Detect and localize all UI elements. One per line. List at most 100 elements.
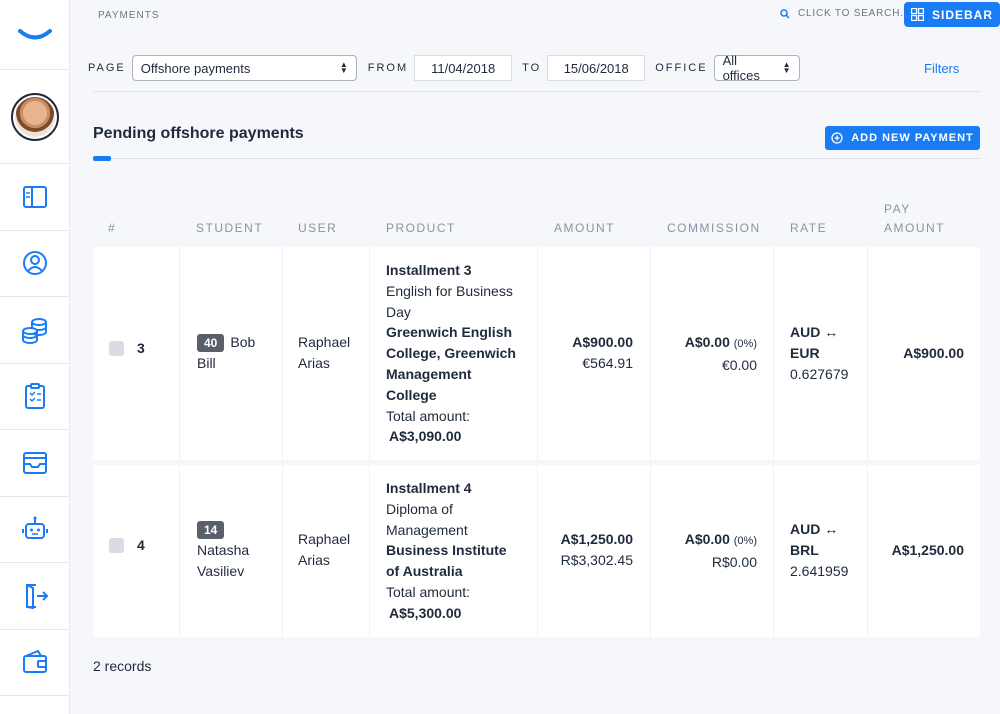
sidebar-item-wallet[interactable] bbox=[0, 630, 69, 696]
plus-circle-icon bbox=[831, 132, 843, 144]
amount-converted: €564.91 bbox=[582, 354, 633, 371]
sidebar-item-bot[interactable] bbox=[0, 497, 69, 563]
amount-main: A$900.00 bbox=[572, 334, 633, 350]
pay-amount: A$1,250.00 bbox=[891, 542, 964, 558]
divider bbox=[93, 91, 980, 92]
avatar[interactable] bbox=[10, 92, 59, 141]
product-school-line: of Australia bbox=[386, 563, 463, 580]
product-total-label: Total amount: bbox=[386, 583, 471, 600]
sidebar-item-logout[interactable] bbox=[0, 563, 69, 630]
search-icon bbox=[780, 8, 790, 19]
page-select-value: Offshore payments bbox=[140, 60, 251, 76]
rate-pair: AUD ↔ bbox=[790, 521, 839, 537]
add-new-payment-label: ADD NEW PAYMENT bbox=[851, 132, 974, 144]
row-number: 4 bbox=[137, 537, 145, 553]
exit-door-icon bbox=[25, 583, 48, 609]
user-first-name: Raphael bbox=[298, 334, 351, 350]
rate-pair: AUD ↔ bbox=[790, 324, 839, 340]
commission-percent: (0%) bbox=[733, 338, 757, 350]
row-checkbox[interactable] bbox=[109, 341, 124, 356]
column-header-amount[interactable]: AMOUNT bbox=[554, 219, 615, 238]
filter-bar: PAGE Offshore payments ▲ ▼ FROM 11/04/201… bbox=[88, 53, 800, 83]
table-row[interactable]: 4 14 Natasha Vasiliev Raphael Arias Inst… bbox=[93, 465, 980, 637]
breadcrumb: PAYMENTS bbox=[98, 10, 160, 21]
sidebar-item-layout[interactable] bbox=[0, 164, 69, 231]
sidebar-item-payments[interactable] bbox=[0, 297, 69, 364]
commission-converted: €0.00 bbox=[721, 356, 757, 373]
clipboard-check-icon bbox=[24, 383, 45, 410]
logo[interactable] bbox=[0, 0, 69, 70]
column-header-pay-line2: AMOUNT bbox=[884, 221, 945, 235]
product-total-value: A$3,090.00 bbox=[389, 428, 462, 445]
column-header-user[interactable]: USER bbox=[298, 219, 337, 238]
amount-main: A$1,250.00 bbox=[560, 531, 633, 547]
sidebar-item-inbox[interactable] bbox=[0, 430, 69, 497]
logo-icon bbox=[17, 28, 52, 39]
search-placeholder[interactable]: CLICK TO SEARCH... bbox=[798, 8, 911, 19]
search-box[interactable]: CLICK TO SEARCH... bbox=[780, 8, 911, 19]
row-checkbox[interactable] bbox=[109, 538, 124, 553]
rate-currency: BRL bbox=[790, 541, 819, 558]
wallet-icon bbox=[22, 649, 47, 674]
column-header-rate[interactable]: RATE bbox=[790, 219, 827, 238]
amount-cell: A$900.00 €564.91 bbox=[541, 332, 633, 374]
column-header-product[interactable]: PRODUCT bbox=[386, 219, 456, 238]
to-date-input[interactable]: 15/06/2018 bbox=[547, 55, 646, 81]
column-header-student[interactable]: STUDENT bbox=[196, 219, 263, 238]
table-row[interactable]: 3 40 Bob Bill Raphael Arias Installment 3… bbox=[93, 247, 980, 460]
column-header-pay-line1: PAY bbox=[884, 202, 911, 216]
title-accent bbox=[93, 156, 111, 161]
filters-link[interactable]: Filters bbox=[924, 61, 959, 76]
product-school-line: College bbox=[386, 386, 437, 403]
user-cell[interactable]: Raphael Arias bbox=[298, 529, 350, 571]
rate-currency: EUR bbox=[790, 344, 820, 361]
commission-percent: (0%) bbox=[733, 535, 757, 547]
commission-main: A$0.00 bbox=[684, 531, 730, 547]
add-new-payment-button[interactable]: ADD NEW PAYMENT bbox=[825, 126, 980, 150]
divider bbox=[93, 158, 980, 159]
student-cell[interactable]: 14 Natasha Vasiliev bbox=[197, 519, 279, 581]
coins-icon bbox=[21, 317, 47, 344]
pay-amount: A$900.00 bbox=[903, 345, 964, 361]
commission-cell: A$0.00 (0%) R$0.00 bbox=[653, 529, 757, 573]
grid-icon bbox=[910, 8, 924, 21]
product-installment: Installment 4 bbox=[386, 480, 472, 496]
page-label: PAGE bbox=[88, 62, 126, 74]
from-date-input[interactable]: 11/04/2018 bbox=[414, 55, 513, 81]
student-cell[interactable]: 40 Bob Bill bbox=[197, 332, 277, 374]
user-cell[interactable]: Raphael Arias bbox=[298, 332, 350, 374]
student-first-name: Natasha bbox=[197, 541, 250, 558]
rate-value: 2.641959 bbox=[790, 562, 849, 579]
column-header-commission[interactable]: COMMISSION bbox=[667, 219, 761, 238]
product-school-line: Management bbox=[386, 365, 472, 382]
layout-icon bbox=[22, 185, 47, 208]
row-number: 3 bbox=[137, 340, 145, 356]
column-header-pay-amount[interactable]: PAY AMOUNT bbox=[884, 200, 945, 238]
sidebar-item-users[interactable] bbox=[0, 231, 69, 297]
page-select[interactable]: Offshore payments ▲ ▼ bbox=[131, 55, 357, 81]
student-last-name: Bill bbox=[197, 354, 216, 371]
sidebar-toggle-label: SIDEBAR bbox=[931, 7, 993, 22]
sidebar bbox=[0, 0, 70, 714]
records-count: 2 records bbox=[93, 658, 152, 674]
product-cell: Installment 3 English for Business Day G… bbox=[386, 260, 536, 447]
inbox-icon bbox=[22, 451, 47, 474]
product-cell: Installment 4 Diploma of Management Busi… bbox=[386, 478, 536, 624]
rate-cell: AUD ↔ BRL 2.641959 bbox=[790, 519, 848, 581]
commission-cell: A$0.00 (0%) €0.00 bbox=[653, 332, 757, 376]
office-label: OFFICE bbox=[655, 62, 708, 74]
user-last-name: Arias bbox=[298, 551, 330, 568]
product-course-line: English for Business bbox=[386, 282, 513, 299]
user-last-name: Arias bbox=[298, 354, 330, 371]
product-course-line: Day bbox=[386, 303, 411, 320]
student-first-name: Bob bbox=[230, 334, 256, 350]
commission-main: A$0.00 bbox=[684, 334, 730, 350]
amount-converted: R$3,302.45 bbox=[560, 551, 633, 568]
product-course-line: Management bbox=[386, 521, 468, 538]
sidebar-toggle-button[interactable]: SIDEBAR bbox=[904, 2, 1000, 27]
office-select[interactable]: All offices ▲ ▼ bbox=[713, 53, 800, 83]
select-arrows-icon: ▲ ▼ bbox=[339, 60, 348, 75]
product-school-line: College, Greenwich bbox=[386, 345, 516, 362]
sidebar-item-tasks[interactable] bbox=[0, 364, 69, 430]
office-select-value: All offices bbox=[722, 53, 760, 83]
